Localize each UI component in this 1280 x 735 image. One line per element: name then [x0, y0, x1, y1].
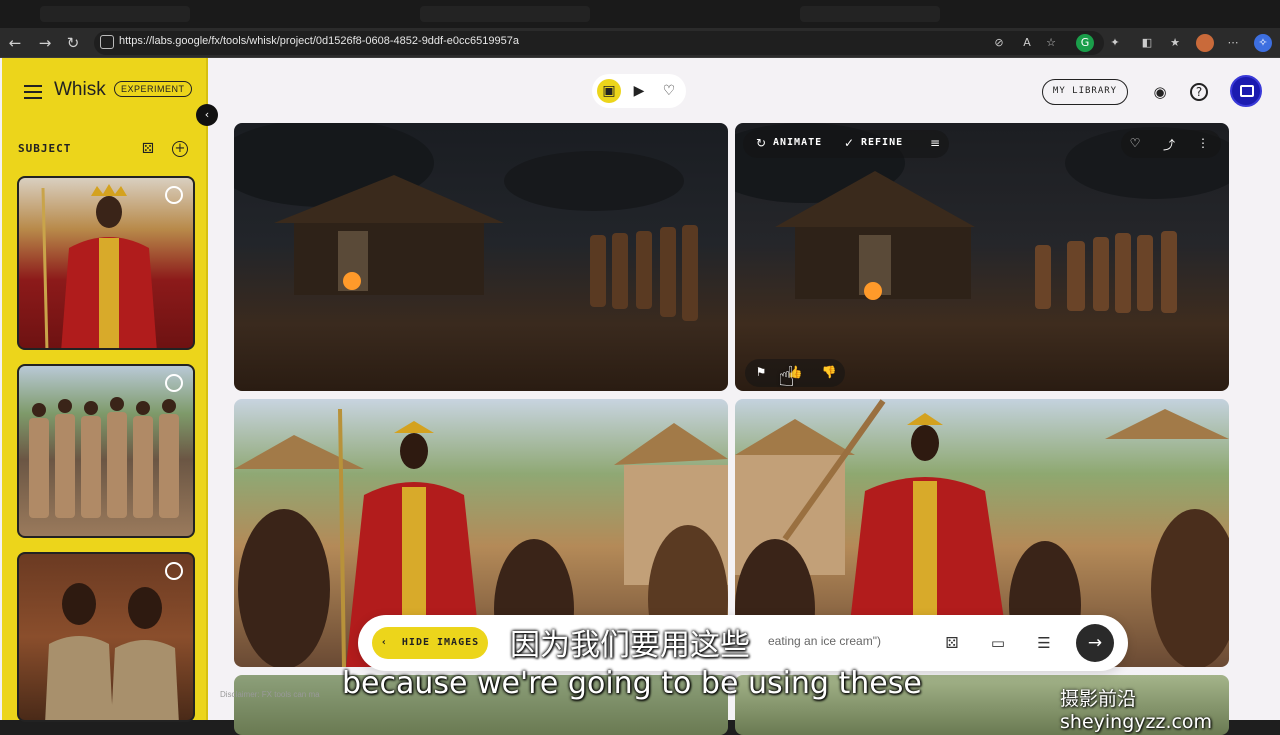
browser-tab[interactable]	[420, 6, 590, 22]
profile-avatar[interactable]	[1196, 34, 1214, 52]
select-circle[interactable]	[165, 562, 183, 580]
video-mode-icon[interactable]: ▶	[627, 79, 651, 103]
image-action-bar: ↻ ANIMATE ✓ REFINE ≡	[743, 130, 949, 158]
subtitle-chinese: 因为我们要用这些	[510, 628, 750, 663]
hide-images-button[interactable]: ‹ HIDE IMAGES	[372, 627, 488, 659]
app-name: Whisk	[54, 79, 106, 100]
submit-arrow-button[interactable]: →	[1076, 624, 1114, 662]
browser-tab[interactable]	[800, 6, 940, 22]
experiment-badge: EXPERIMENT	[114, 81, 192, 97]
browser-address-bar: ← → ↻ https://labs.google/fx/tools/whisk…	[0, 28, 1280, 58]
mode-switcher: ▣ ▶ ♡	[592, 74, 686, 108]
dice-icon[interactable]: ⚄	[942, 633, 962, 653]
villagers-thumbnail	[29, 397, 179, 518]
subject-card[interactable]	[17, 176, 195, 350]
hand-cursor-icon: ☝	[778, 360, 796, 393]
favorites-icon[interactable]: ★	[1166, 34, 1184, 52]
flag-icon[interactable]: ⚑	[753, 365, 769, 379]
animate-icon: ↻	[755, 136, 767, 150]
copilot-icon[interactable]: ✧	[1254, 34, 1272, 52]
generated-image[interactable]	[234, 123, 728, 391]
url-text: https://labs.google/fx/tools/whisk/proje…	[119, 35, 519, 47]
split-screen-icon[interactable]: ◧	[1138, 34, 1156, 52]
image-mode-icon[interactable]: ▣	[597, 79, 621, 103]
night-village-scene	[735, 123, 1229, 313]
back-icon[interactable]: ←	[4, 33, 26, 53]
thumbs-down-icon[interactable]: 👎	[821, 365, 837, 379]
menu-icon[interactable]	[24, 85, 42, 99]
generated-image[interactable]: ↻ ANIMATE ✓ REFINE ≡ ♡ ⤴ ⋮ ⚑ 👍 👎	[735, 123, 1229, 391]
subject-card[interactable]	[17, 552, 195, 722]
sidebar: Whisk EXPERIMENT SUBJECT ⚄ +	[2, 58, 208, 722]
add-subject-icon[interactable]: +	[172, 141, 188, 157]
share-icon[interactable]: ⤴	[1161, 136, 1177, 153]
animate-button[interactable]: ANIMATE	[773, 137, 822, 148]
subtitle-english: because we're going to be using these	[342, 666, 922, 701]
settings-sliders-icon[interactable]: ☰	[1034, 633, 1054, 653]
collapse-sidebar-button[interactable]: ‹	[196, 104, 218, 126]
extensions-icon[interactable]: ✦	[1106, 34, 1124, 52]
king-thumbnail	[41, 184, 157, 348]
favorite-star-icon[interactable]: ☆	[1042, 34, 1060, 52]
refine-icon: ✓	[843, 136, 855, 150]
browser-tab[interactable]	[40, 6, 190, 22]
aspect-ratio-icon[interactable]: ▭	[988, 633, 1008, 653]
watermark: 摄影前沿 sheyingyzz.com	[1060, 688, 1213, 733]
tracking-icon[interactable]: ⊘	[990, 34, 1008, 52]
hide-images-label: HIDE IMAGES	[401, 637, 480, 648]
boys-thumbnail	[45, 583, 179, 720]
refine-button[interactable]: REFINE	[861, 137, 903, 148]
url-field[interactable]: https://labs.google/fx/tools/whisk/proje…	[94, 31, 1104, 55]
disclaimer-text: Disclaimer: FX tools can ma	[220, 690, 320, 699]
select-circle[interactable]	[165, 374, 183, 392]
favorites-heart-icon[interactable]: ♡	[657, 79, 681, 103]
discord-icon[interactable]: ◉	[1148, 80, 1172, 104]
night-village-scene	[234, 123, 698, 321]
image-options-bar: ♡ ⤴ ⋮	[1121, 130, 1221, 158]
more-options-icon[interactable]: ⋮	[1195, 136, 1211, 150]
browser-tab-strip	[0, 0, 1280, 28]
site-info-icon[interactable]	[100, 35, 114, 49]
help-icon[interactable]: ?	[1190, 83, 1208, 101]
user-avatar[interactable]	[1230, 75, 1262, 107]
edit-prompt-icon[interactable]: ≡	[927, 136, 943, 150]
prompt-input[interactable]: eating an ice cream")	[768, 634, 881, 648]
my-library-button[interactable]: MY LIBRARY	[1042, 79, 1128, 105]
reload-icon[interactable]: ↻	[62, 33, 84, 53]
subject-section-title: SUBJECT	[18, 142, 72, 155]
subject-card[interactable]	[17, 364, 195, 538]
read-aloud-icon[interactable]: A	[1018, 34, 1036, 52]
grammarly-extension-icon[interactable]: G	[1076, 34, 1094, 52]
dice-icon[interactable]: ⚄	[140, 141, 156, 157]
more-menu-icon[interactable]: ⋯	[1224, 34, 1242, 52]
select-circle[interactable]	[165, 186, 183, 204]
forward-icon[interactable]: →	[34, 33, 56, 53]
favorite-icon[interactable]: ♡	[1127, 136, 1143, 150]
